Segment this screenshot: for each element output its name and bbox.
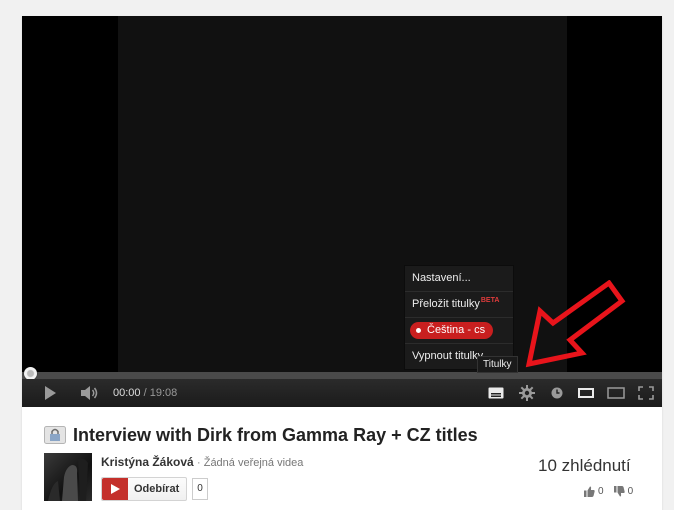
captions-tooltip: Titulky bbox=[477, 356, 518, 373]
duration: 19:08 bbox=[149, 387, 178, 399]
video-title: Interview with Dirk from Gamma Ray + CZ … bbox=[73, 424, 478, 445]
active-track-label: Čeština - cs bbox=[427, 324, 486, 336]
large-player-button[interactable] bbox=[605, 379, 627, 407]
time-display: 00:00 / 19:08 bbox=[113, 379, 177, 407]
youtube-logo-icon bbox=[102, 478, 128, 500]
play-button[interactable] bbox=[38, 379, 62, 407]
time-separator: / bbox=[143, 387, 147, 399]
channel-name-link[interactable]: Kristýna Žáková bbox=[101, 455, 194, 469]
small-player-icon bbox=[578, 388, 594, 398]
captions-button[interactable] bbox=[485, 379, 507, 407]
progress-bar[interactable] bbox=[22, 372, 662, 379]
large-player-icon bbox=[607, 387, 625, 399]
small-player-button[interactable] bbox=[575, 379, 597, 407]
video-title-row: Interview with Dirk from Gamma Ray + CZ … bbox=[44, 424, 478, 446]
thumbs-down-icon[interactable] bbox=[613, 486, 625, 497]
volume-icon bbox=[81, 386, 98, 400]
clock-icon bbox=[551, 387, 563, 399]
player-controls: 00:00 / 19:08 bbox=[22, 379, 662, 407]
subscribe-label: Odebírat bbox=[134, 483, 180, 495]
beta-badge: BETA bbox=[480, 297, 500, 304]
rating-area: 0 0 bbox=[584, 486, 633, 497]
menu-item-czech-track[interactable]: Čeština - cs bbox=[405, 317, 513, 343]
subscriber-count: 0 bbox=[192, 478, 208, 500]
channel-separator: · bbox=[196, 455, 201, 469]
active-track-pill: Čeština - cs bbox=[410, 322, 494, 339]
volume-button[interactable] bbox=[78, 379, 102, 407]
fullscreen-icon bbox=[638, 386, 654, 400]
watch-later-button[interactable] bbox=[547, 379, 567, 407]
annotation-arrow-icon bbox=[525, 280, 626, 368]
view-count: 10 zhlédnutí bbox=[538, 456, 631, 475]
subscribe-area: Odebírat 0 bbox=[101, 477, 208, 501]
current-time: 00:00 bbox=[113, 387, 141, 399]
fullscreen-button[interactable] bbox=[635, 379, 657, 407]
avatar-image bbox=[48, 458, 88, 501]
selected-dot-icon bbox=[416, 328, 421, 333]
thumbs-up-icon[interactable] bbox=[584, 486, 595, 497]
settings-button[interactable] bbox=[516, 379, 538, 407]
channel-info: Kristýna Žáková · Žádná veřejná videa bbox=[101, 455, 303, 469]
menu-item-turn-off-label: Vypnout titulky bbox=[412, 350, 484, 362]
captions-settings-menu: Nastavení... Přeložit titulkyBETA Češtin… bbox=[404, 265, 514, 370]
gear-icon bbox=[519, 385, 535, 401]
lock-icon bbox=[44, 426, 66, 444]
menu-item-settings[interactable]: Nastavení... bbox=[405, 266, 513, 291]
likes-count: 0 bbox=[598, 486, 604, 497]
channel-avatar[interactable] bbox=[44, 453, 92, 501]
captions-icon bbox=[488, 387, 504, 399]
menu-item-translate-label: Přeložit titulky bbox=[412, 298, 480, 310]
dislikes-count: 0 bbox=[627, 486, 634, 497]
channel-videos-link[interactable]: Žádná veřejná videa bbox=[204, 457, 304, 469]
menu-item-settings-label: Nastavení... bbox=[412, 272, 471, 284]
menu-item-translate[interactable]: Přeložit titulkyBETA bbox=[405, 291, 513, 317]
play-icon bbox=[45, 386, 56, 400]
subscribe-button[interactable]: Odebírat bbox=[101, 477, 188, 501]
